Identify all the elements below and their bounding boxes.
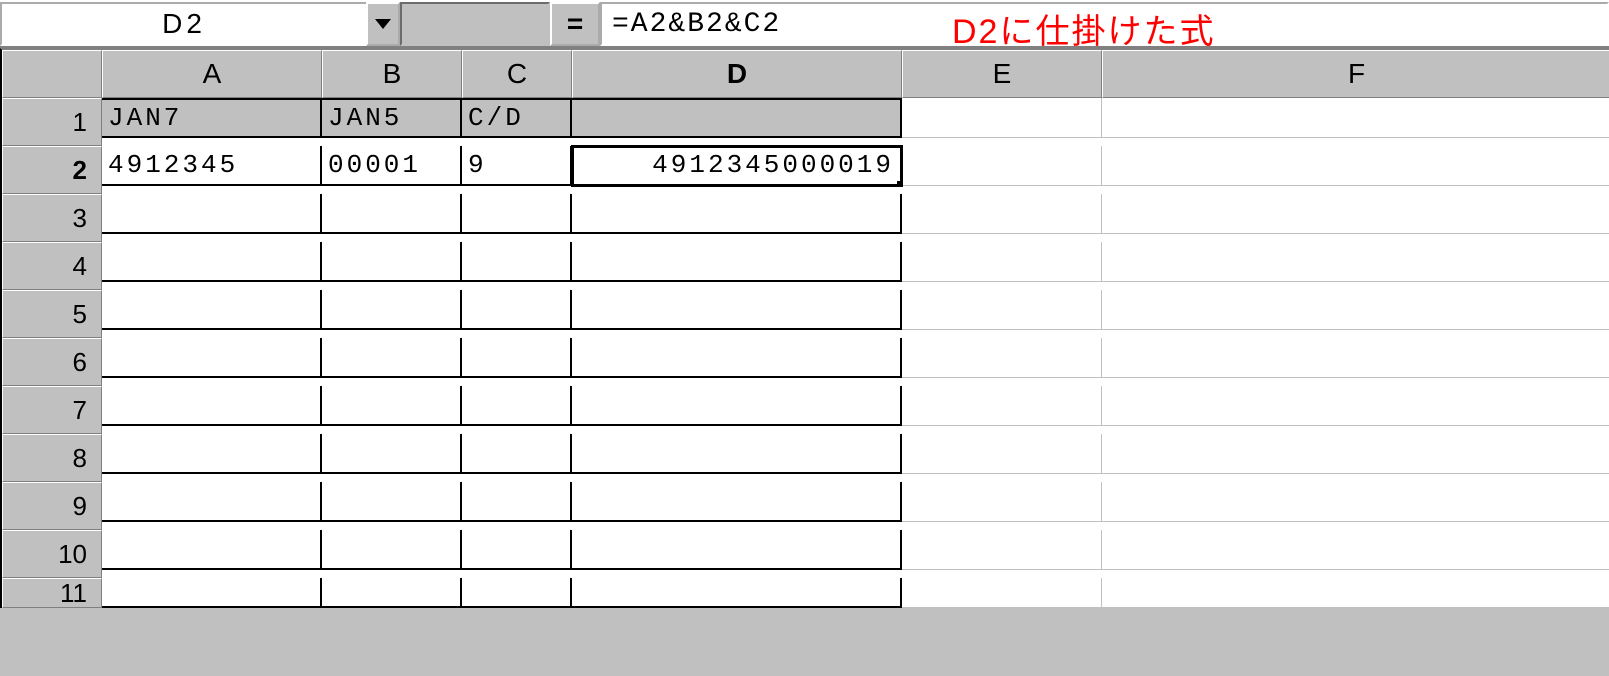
row-header-10[interactable]: 10: [2, 530, 102, 578]
equals-button[interactable]: =: [550, 2, 600, 46]
row-header-3[interactable]: 3: [2, 194, 102, 242]
col-header-C[interactable]: C: [462, 50, 572, 98]
col-header-F[interactable]: F: [1102, 50, 1609, 98]
formula-input[interactable]: =A2&B2&C2 D2に仕掛けた式: [600, 2, 1609, 46]
formula-bar: D2 = =A2&B2&C2 D2に仕掛けた式: [0, 0, 1609, 48]
name-box[interactable]: D2: [0, 2, 366, 46]
cell-C9[interactable]: [462, 482, 572, 522]
cell-A10[interactable]: [102, 530, 322, 570]
cell-E7[interactable]: [902, 386, 1102, 426]
cell-D1[interactable]: [572, 98, 902, 138]
cell-B8[interactable]: [322, 434, 462, 474]
cell-A8[interactable]: [102, 434, 322, 474]
cell-E4[interactable]: [902, 242, 1102, 282]
cell-A3[interactable]: [102, 194, 322, 234]
cell-D3[interactable]: [572, 194, 902, 234]
cell-B9[interactable]: [322, 482, 462, 522]
formula-text: =A2&B2&C2: [612, 9, 781, 40]
cell-E9[interactable]: [902, 482, 1102, 522]
cell-B5[interactable]: [322, 290, 462, 330]
cell-B7[interactable]: [322, 386, 462, 426]
cell-B11[interactable]: [322, 578, 462, 608]
col-header-D[interactable]: D: [572, 50, 902, 98]
name-box-wrap: D2: [0, 2, 400, 46]
cell-C8[interactable]: [462, 434, 572, 474]
col-header-A[interactable]: A: [102, 50, 322, 98]
cell-C5[interactable]: [462, 290, 572, 330]
cell-B6[interactable]: [322, 338, 462, 378]
cell-E1[interactable]: [902, 98, 1102, 138]
chevron-down-icon: [375, 19, 391, 29]
row-header-9[interactable]: 9: [2, 482, 102, 530]
cell-A1[interactable]: JAN7: [102, 98, 322, 138]
cell-B2[interactable]: 00001: [322, 146, 462, 186]
cell-F10[interactable]: [1102, 530, 1609, 570]
cell-D6[interactable]: [572, 338, 902, 378]
cell-D8[interactable]: [572, 434, 902, 474]
cell-D11[interactable]: [572, 578, 902, 608]
row-header-6[interactable]: 6: [2, 338, 102, 386]
cell-A2[interactable]: 4912345: [102, 146, 322, 186]
cell-A9[interactable]: [102, 482, 322, 522]
cell-D4[interactable]: [572, 242, 902, 282]
col-header-E[interactable]: E: [902, 50, 1102, 98]
row-header-1[interactable]: 1: [2, 98, 102, 146]
cell-A5[interactable]: [102, 290, 322, 330]
cell-A4[interactable]: [102, 242, 322, 282]
row-header-5[interactable]: 5: [2, 290, 102, 338]
cell-D9[interactable]: [572, 482, 902, 522]
cell-F7[interactable]: [1102, 386, 1609, 426]
cell-D10[interactable]: [572, 530, 902, 570]
cell-C3[interactable]: [462, 194, 572, 234]
cell-B3[interactable]: [322, 194, 462, 234]
cell-C6[interactable]: [462, 338, 572, 378]
cell-C7[interactable]: [462, 386, 572, 426]
cell-C10[interactable]: [462, 530, 572, 570]
cell-E5[interactable]: [902, 290, 1102, 330]
select-all-corner[interactable]: [2, 50, 102, 98]
cell-B1[interactable]: JAN5: [322, 98, 462, 138]
cell-F8[interactable]: [1102, 434, 1609, 474]
cell-E8[interactable]: [902, 434, 1102, 474]
cell-E3[interactable]: [902, 194, 1102, 234]
row-header-8[interactable]: 8: [2, 434, 102, 482]
col-header-B[interactable]: B: [322, 50, 462, 98]
cell-F9[interactable]: [1102, 482, 1609, 522]
annotation-text: D2に仕掛けた式: [952, 4, 1215, 53]
cell-F5[interactable]: [1102, 290, 1609, 330]
cell-C4[interactable]: [462, 242, 572, 282]
cell-F6[interactable]: [1102, 338, 1609, 378]
row-header-2[interactable]: 2: [2, 146, 102, 194]
cell-F11[interactable]: [1102, 578, 1609, 608]
formula-bar-spacer: [400, 2, 550, 46]
cell-B10[interactable]: [322, 530, 462, 570]
cell-D2[interactable]: 4912345000019: [572, 146, 902, 186]
row-header-4[interactable]: 4: [2, 242, 102, 290]
cell-E10[interactable]: [902, 530, 1102, 570]
cell-C1[interactable]: C/D: [462, 98, 572, 138]
name-box-dropdown-button[interactable]: [366, 2, 400, 46]
cell-A7[interactable]: [102, 386, 322, 426]
row-header-11[interactable]: 11: [2, 578, 102, 608]
cell-E2[interactable]: [902, 146, 1102, 186]
cell-A6[interactable]: [102, 338, 322, 378]
cell-A11[interactable]: [102, 578, 322, 608]
spreadsheet-grid[interactable]: A B C D E F 1 JAN7 JAN5 C/D 2 4912345 00…: [0, 48, 1609, 608]
cell-D5[interactable]: [572, 290, 902, 330]
cell-B4[interactable]: [322, 242, 462, 282]
cell-E11[interactable]: [902, 578, 1102, 608]
cell-D7[interactable]: [572, 386, 902, 426]
cell-F3[interactable]: [1102, 194, 1609, 234]
cell-F4[interactable]: [1102, 242, 1609, 282]
cell-C11[interactable]: [462, 578, 572, 608]
row-header-7[interactable]: 7: [2, 386, 102, 434]
cell-E6[interactable]: [902, 338, 1102, 378]
cell-F2[interactable]: [1102, 146, 1609, 186]
cell-F1[interactable]: [1102, 98, 1609, 138]
cell-C2[interactable]: 9: [462, 146, 572, 186]
